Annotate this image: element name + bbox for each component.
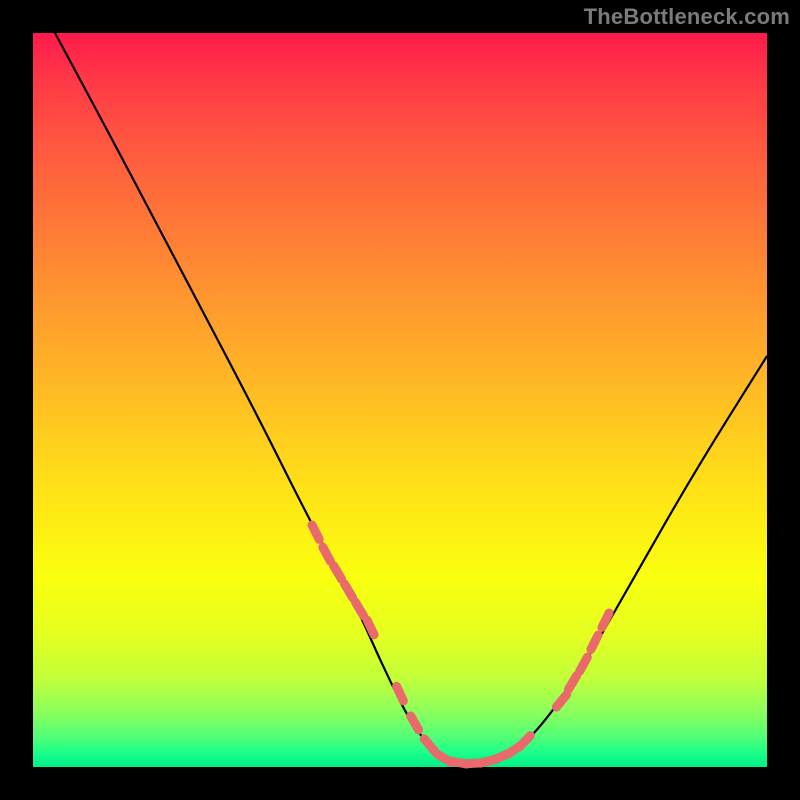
highlight-dot [568,676,576,690]
highlight-dot [519,736,530,748]
highlight-dot [411,716,419,730]
bottleneck-curve [55,33,767,762]
highlight-dot [323,547,331,561]
highlight-dot [591,635,598,649]
highlight-dot [345,584,353,598]
highlight-dot [556,695,566,707]
bottleneck-curve-path [55,33,767,762]
highlight-dot [397,686,404,701]
highlight-dot [367,620,374,635]
highlight-dot [334,566,342,580]
highlight-dot [424,739,434,751]
chart-frame: TheBottleneck.com [0,0,800,800]
chart-overlay [33,33,767,767]
highlight-dot [356,602,364,616]
watermark-text: TheBottleneck.com [584,4,790,30]
highlight-dot [312,525,319,539]
highlight-dots [312,525,609,764]
highlight-dot [580,657,588,671]
